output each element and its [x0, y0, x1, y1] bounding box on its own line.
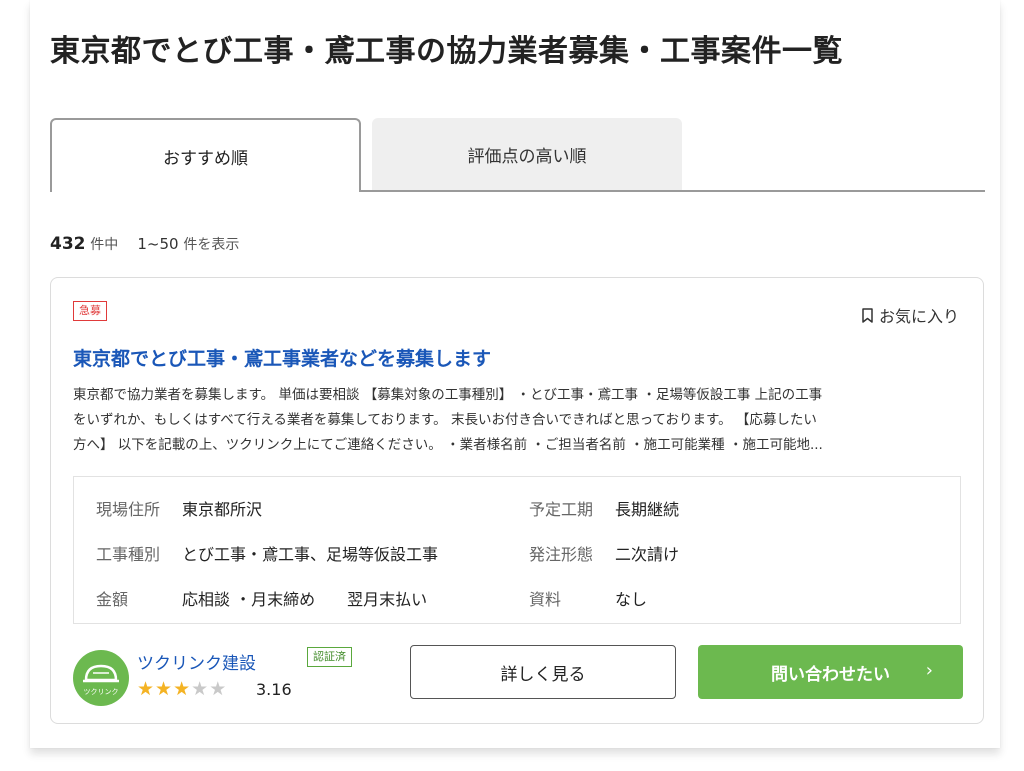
verified-badge: 認証済 — [307, 647, 352, 667]
results-range-suffix: 件を表示 — [183, 237, 240, 253]
job-title-link[interactable]: 東京都でとび工事・鳶工事業者などを募集します — [73, 344, 491, 371]
amount-value: 応相談 ・月末締め 翌月末払い — [182, 590, 428, 609]
job-description-line: をいずれか、もしくはすべて行える業者を募集しております。 末長いお付き合いできれ… — [73, 412, 817, 428]
results-range: 1~50 — [137, 235, 179, 253]
rating-value: 3.16 — [256, 680, 292, 699]
view-details-label: 詳しく見る — [500, 664, 586, 685]
results-count: 432 件中 1~50 件を表示 — [50, 234, 239, 254]
work-type-value: とび工事・鳶工事、足場等仮設工事 — [182, 545, 439, 564]
company-logo[interactable]: ツクリンク — [73, 650, 129, 706]
view-details-button[interactable]: 詳しく見る — [410, 645, 676, 699]
work-type-label: 工事種別 — [96, 545, 161, 564]
star-filled-icon: ★ — [173, 678, 192, 700]
job-description: 東京都で協力業者を募集します。 単価は要相談 【募集対象の工事種別】 ・とび工事… — [73, 383, 963, 458]
job-description-line: 東京都で協力業者を募集します。 単価は要相談 【募集対象の工事種別】 ・とび工事… — [73, 387, 823, 403]
location-label: 現場住所 — [96, 500, 161, 519]
tab-recommended[interactable]: おすすめ順 — [50, 118, 361, 192]
order-type-value: 二次請け — [615, 545, 680, 564]
amount-label: 金額 — [96, 590, 129, 609]
favorite-button[interactable]: お気に入り — [862, 303, 959, 327]
company-logo-text: ツクリンク — [84, 688, 119, 696]
star-empty-icon: ★ — [209, 678, 228, 700]
tab-high-rating[interactable]: 評価点の高い順 — [372, 118, 682, 190]
docs-value: なし — [615, 590, 648, 609]
chevron-right-icon: › — [925, 660, 933, 681]
star-filled-icon: ★ — [155, 678, 174, 700]
favorite-label: お気に入り — [878, 307, 959, 326]
contact-button[interactable]: 問い合わせたい › — [698, 645, 963, 699]
results-total-suffix: 件中 — [90, 237, 119, 253]
period-label: 予定工期 — [529, 500, 594, 519]
rating-stars: ★★★★★ — [137, 678, 227, 700]
contact-label: 問い合わせたい — [771, 664, 890, 685]
job-card: 急募 お気に入り 東京都でとび工事・鳶工事業者などを募集します 東京都で協力業者… — [50, 277, 984, 724]
job-details-table: 現場住所 東京都所沢 予定工期 長期継続 工事種別 とび工事・鳶工事、足場等仮設… — [73, 476, 961, 624]
period-value: 長期継続 — [615, 500, 680, 519]
sort-tabs: おすすめ順 評価点の高い順 — [50, 118, 985, 192]
docs-label: 資料 — [529, 590, 562, 609]
results-total: 432 — [50, 234, 86, 254]
urgent-badge: 急募 — [73, 301, 107, 321]
job-description-line: 方へ】 以下を記載の上、ツクリンク上にてご連絡ください。 ・業者様名前 ・ご担当… — [73, 437, 823, 453]
location-value: 東京都所沢 — [182, 500, 263, 519]
star-empty-icon: ★ — [191, 678, 210, 700]
star-filled-icon: ★ — [137, 678, 156, 700]
order-type-label: 発注形態 — [529, 545, 594, 564]
bookmark-icon — [862, 307, 873, 323]
company-name-link[interactable]: ツクリンク建設 — [137, 649, 256, 674]
page-title: 東京都でとび工事・鳶工事の協力業者募集・工事案件一覧 — [50, 34, 843, 69]
